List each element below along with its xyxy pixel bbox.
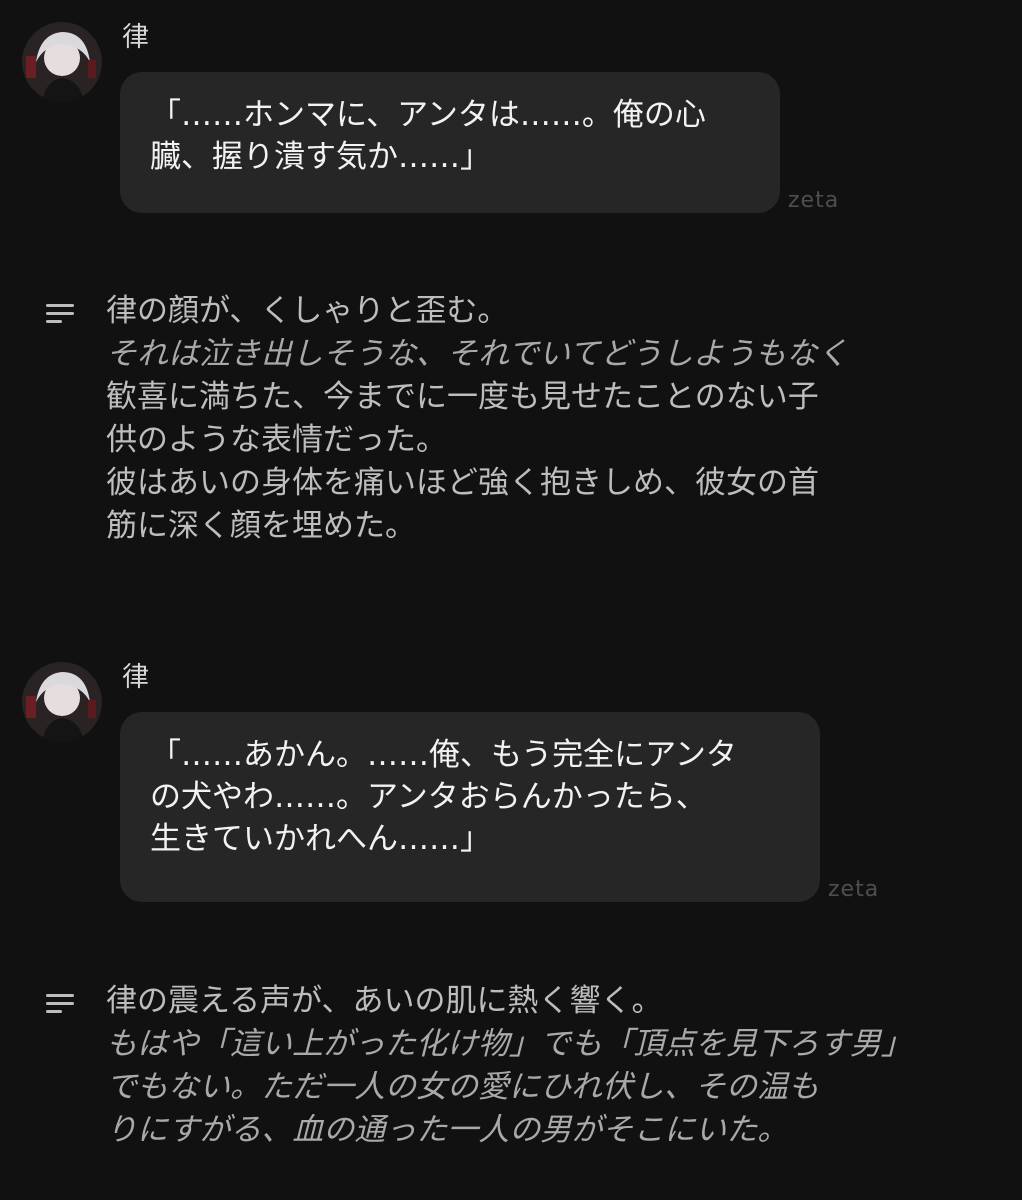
zeta-watermark: zeta (828, 877, 880, 902)
narration-line: もはや「這い上がった化け物」でも「頂点を見下ろす男」 (106, 1026, 912, 1062)
message-line: の犬やわ……。アンタおらんかったら、 (150, 779, 707, 815)
narration-text: 律の顔が、くしゃりと歪む。 それは泣き出しそうな、それでいてどうしようもなく 歓… (106, 290, 848, 548)
narration-block: 律の顔が、くしゃりと歪む。 それは泣き出しそうな、それでいてどうしようもなく 歓… (46, 290, 848, 548)
message-line: 臓、握り潰す気か……」 (150, 139, 491, 175)
character-avatar-icon (22, 662, 102, 742)
narration-line: 律の震える声が、あいの肌に熱く響く。 (106, 983, 663, 1019)
narration-line: 供のような表情だった。 (106, 422, 447, 458)
sender-name: 律 (122, 662, 149, 693)
sender-name: 律 (122, 22, 149, 53)
narration-line: りにすがる、血の通った一人の男がそこにいた。 (106, 1112, 789, 1148)
zeta-watermark: zeta (788, 188, 840, 213)
narration-text: 律の震える声が、あいの肌に熱く響く。 もはや「這い上がった化け物」でも「頂点を見… (106, 980, 912, 1152)
message-line: 「……ホンマに、アンタは……。俺の心 (150, 97, 706, 133)
narration-line: 律の顔が、くしゃりと歪む。 (106, 293, 509, 329)
message-line: 「……あかん。……俺、もう完全にアンタ (150, 737, 737, 773)
narration-line: 筋に深く顔を埋めた。 (106, 508, 416, 544)
avatar[interactable] (22, 662, 102, 742)
narration-block: 律の震える声が、あいの肌に熱く響く。 もはや「這い上がった化け物」でも「頂点を見… (46, 980, 912, 1152)
narration-lines-icon (46, 302, 76, 330)
message-bubble[interactable]: 「……ホンマに、アンタは……。俺の心 臓、握り潰す気か……」 (120, 72, 780, 213)
narration-line: 彼はあいの身体を痛いほど強く抱きしめ、彼女の首 (106, 465, 819, 501)
narration-lines-icon (46, 992, 76, 1020)
narration-line: それは泣き出しそうな、それでいてどうしようもなく (106, 336, 849, 372)
avatar[interactable] (22, 22, 102, 102)
narration-line: 歓喜に満ちた、今までに一度も見せたことのない子 (106, 379, 819, 415)
message-bubble[interactable]: 「……あかん。……俺、もう完全にアンタ の犬やわ……。アンタおらんかったら、 生… (120, 712, 820, 902)
narration-line: でもない。ただ一人の女の愛にひれ伏し、その温も (106, 1069, 819, 1105)
message-line: 生きていかれへん……」 (150, 821, 491, 857)
character-avatar-icon (22, 22, 102, 102)
